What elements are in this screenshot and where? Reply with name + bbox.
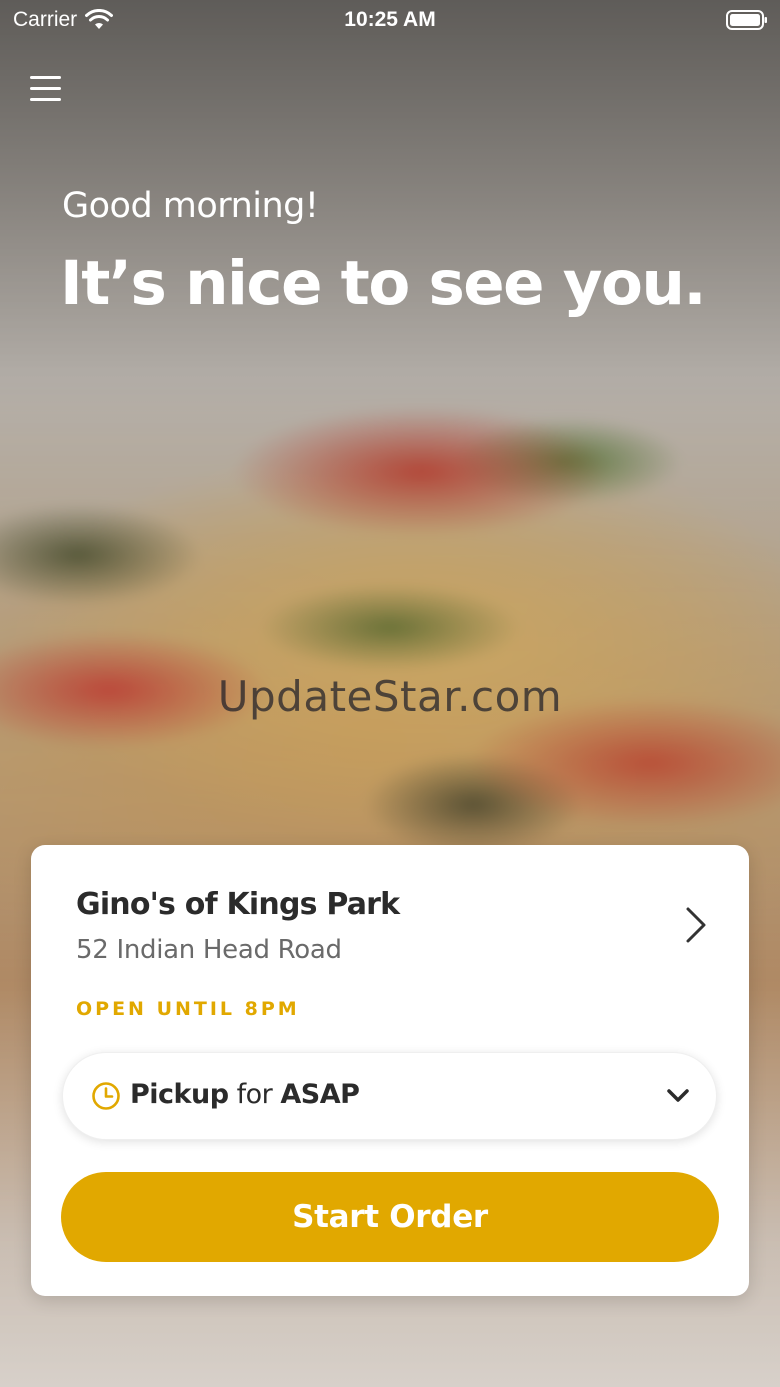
order-mode-dropdown[interactable]: Pickup for ASAP xyxy=(62,1052,717,1140)
store-card: Gino's of Kings Park 52 Indian Head Road… xyxy=(31,845,749,1296)
greeting-text: Good morning! xyxy=(62,186,319,226)
status-time: 10:25 AM xyxy=(344,8,436,31)
store-hours-status: OPEN UNTIL 8PM xyxy=(76,998,300,1020)
hamburger-menu-icon[interactable] xyxy=(28,72,64,106)
start-order-button[interactable]: Start Order xyxy=(61,1172,719,1262)
watermark-text: UpdateStar.com xyxy=(217,672,563,721)
store-name[interactable]: Gino's of Kings Park xyxy=(76,887,400,922)
battery-full-icon xyxy=(726,10,767,30)
app-screen: Carrier 10:25 AM Good morning! It’s nice… xyxy=(0,0,780,1387)
order-mode-label: Pickup for ASAP xyxy=(130,1079,360,1110)
welcome-headline: It’s nice to see you. xyxy=(60,248,707,319)
order-mode-connector: for xyxy=(236,1079,273,1110)
chevron-right-icon[interactable] xyxy=(683,905,709,945)
status-bar: Carrier 10:25 AM xyxy=(0,0,780,40)
store-address: 52 Indian Head Road xyxy=(76,935,342,965)
clock-icon xyxy=(92,1082,120,1110)
order-time-value: ASAP xyxy=(280,1079,360,1110)
order-mode-value: Pickup xyxy=(130,1079,229,1110)
chevron-down-icon xyxy=(667,1089,689,1102)
